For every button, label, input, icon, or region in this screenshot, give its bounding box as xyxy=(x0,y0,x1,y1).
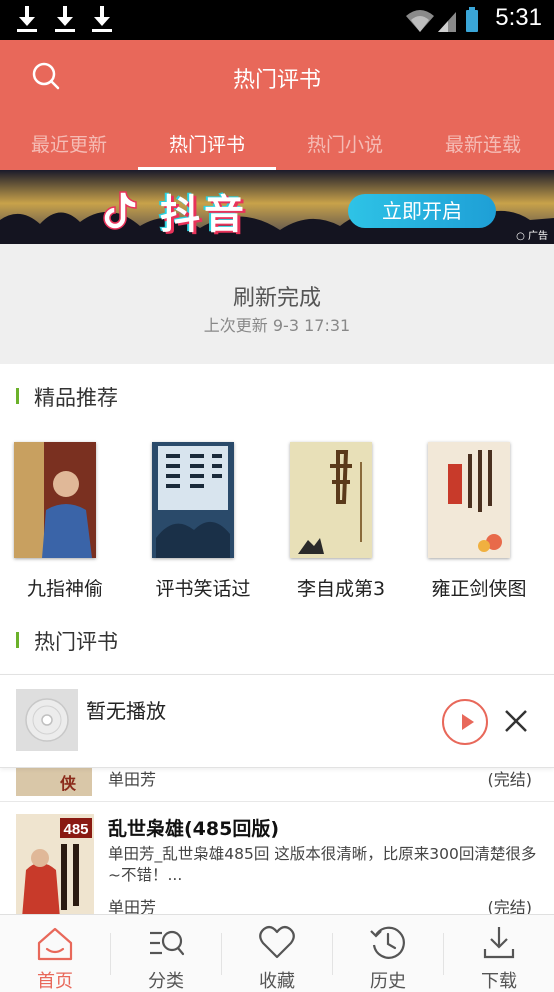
nav-category[interactable]: 分类 xyxy=(111,915,221,992)
nav-download[interactable]: 下载 xyxy=(444,915,554,992)
cover-text: 侠 xyxy=(60,774,77,793)
play-button[interactable] xyxy=(442,699,488,745)
category-tabs: 最近更新 热门评书 热门小说 最新连载 xyxy=(0,128,554,170)
featured-book[interactable]: 李自成第3 xyxy=(276,440,406,610)
book-description: 单田芳_乱世枭雄485回 这版本很清晰，比原来300回清楚很多~不错！... xyxy=(108,845,537,884)
nav-favorites[interactable]: 收藏 xyxy=(222,915,332,992)
refresh-status: 刷新完成 xyxy=(232,286,321,311)
tab-label: 热门评书 xyxy=(168,134,245,156)
category-icon xyxy=(150,930,185,956)
nav-home[interactable]: 首页 xyxy=(0,915,110,992)
book-cover xyxy=(290,442,372,558)
nav-label: 下载 xyxy=(481,971,517,992)
wifi-icon xyxy=(406,10,434,32)
book-title: 评书笑话过 xyxy=(155,578,251,600)
tab-hot-pingshu[interactable]: 热门评书 xyxy=(138,128,276,170)
ad-label-text: 广告 xyxy=(528,231,548,242)
book-cover xyxy=(428,442,510,558)
list-item[interactable]: 侠 单田芳 (完结) xyxy=(0,768,554,802)
section-marker xyxy=(16,388,19,404)
douyin-logo-icon xyxy=(103,191,137,230)
history-icon xyxy=(370,926,405,959)
nav-history[interactable]: 历史 xyxy=(333,915,443,992)
download-icon xyxy=(16,6,38,34)
tab-hot-novels[interactable]: 热门小说 xyxy=(276,128,414,170)
featured-books: 九指神偷 评书笑话过 李自成第3 雍正剑侠图 xyxy=(0,440,554,610)
disc-icon xyxy=(16,689,78,751)
book-title: 李自成第3 xyxy=(296,578,386,600)
book-author: 单田芳 xyxy=(108,898,157,914)
book-cover-art: 485 xyxy=(16,814,94,914)
book-cover: 侠 xyxy=(16,768,92,796)
book-author: 单田芳 xyxy=(108,770,157,789)
play-icon xyxy=(462,714,474,730)
close-icon[interactable] xyxy=(500,705,532,737)
download-icon xyxy=(483,927,515,959)
section-title: 热门评书 xyxy=(34,630,118,654)
tab-label: 最近更新 xyxy=(30,134,107,156)
banner-brand: 抖音 xyxy=(160,192,248,238)
book-state: (完结) xyxy=(487,898,533,914)
book-cover xyxy=(14,442,96,558)
tab-label: 最新连载 xyxy=(444,134,521,156)
last-update-time: 上次更新 9-3 17:31 xyxy=(203,316,351,335)
book-cover: 485 xyxy=(16,814,94,914)
tab-recent[interactable]: 最近更新 xyxy=(0,128,138,170)
battery-icon xyxy=(466,7,478,32)
featured-book[interactable]: 评书笑话过 xyxy=(138,440,268,610)
refresh-status-panel: 刷新完成 上次更新 9-3 17:31 xyxy=(0,244,554,364)
bottom-nav: 首页 分类 收藏 历史 下载 xyxy=(0,914,554,992)
book-title: 雍正剑侠图 xyxy=(431,578,527,600)
ad-banner[interactable]: 抖音 立即开启 ○ 广告 xyxy=(0,170,554,244)
download-icon xyxy=(54,6,76,34)
book-title: 九指神偷 xyxy=(26,578,103,600)
featured-book[interactable]: 九指神偷 xyxy=(0,440,130,610)
status-bar: 5:31 xyxy=(0,0,554,40)
featured-book[interactable]: 雍正剑侠图 xyxy=(414,440,544,610)
list-item[interactable]: 485 乱世枭雄(485回版) 单田芳_乱世枭雄485回 这版本很清晰，比原来3… xyxy=(0,802,554,914)
section-title: 精品推荐 xyxy=(34,386,118,410)
book-state: (完结) xyxy=(487,770,533,789)
player-status: 暂无播放 xyxy=(86,699,166,723)
nav-label: 历史 xyxy=(370,971,406,992)
open-now-button[interactable]: 立即开启 xyxy=(348,194,496,228)
home-icon xyxy=(37,927,73,961)
app-header: 热门评书 最近更新 热门评书 热门小说 最新连载 xyxy=(0,40,554,170)
book-cover xyxy=(152,442,234,558)
cover-badge: 485 xyxy=(63,821,88,838)
status-icons xyxy=(406,7,478,32)
ad-label: ○ 广告 xyxy=(516,231,548,242)
tab-label: 热门小说 xyxy=(306,134,383,156)
section-marker xyxy=(16,632,19,648)
book-title: 乱世枭雄(485回版) xyxy=(108,818,280,840)
tab-latest-serial[interactable]: 最新连载 xyxy=(414,128,552,170)
nav-label: 首页 xyxy=(37,971,73,992)
nav-label: 收藏 xyxy=(259,971,295,992)
nav-label: 分类 xyxy=(148,971,184,992)
clock: 5:31 xyxy=(495,4,542,31)
heart-icon xyxy=(259,925,295,959)
page-title: 热门评书 xyxy=(232,68,321,93)
signal-icon xyxy=(438,12,456,32)
mini-player: 暂无播放 xyxy=(0,674,554,768)
download-icon xyxy=(91,6,113,34)
